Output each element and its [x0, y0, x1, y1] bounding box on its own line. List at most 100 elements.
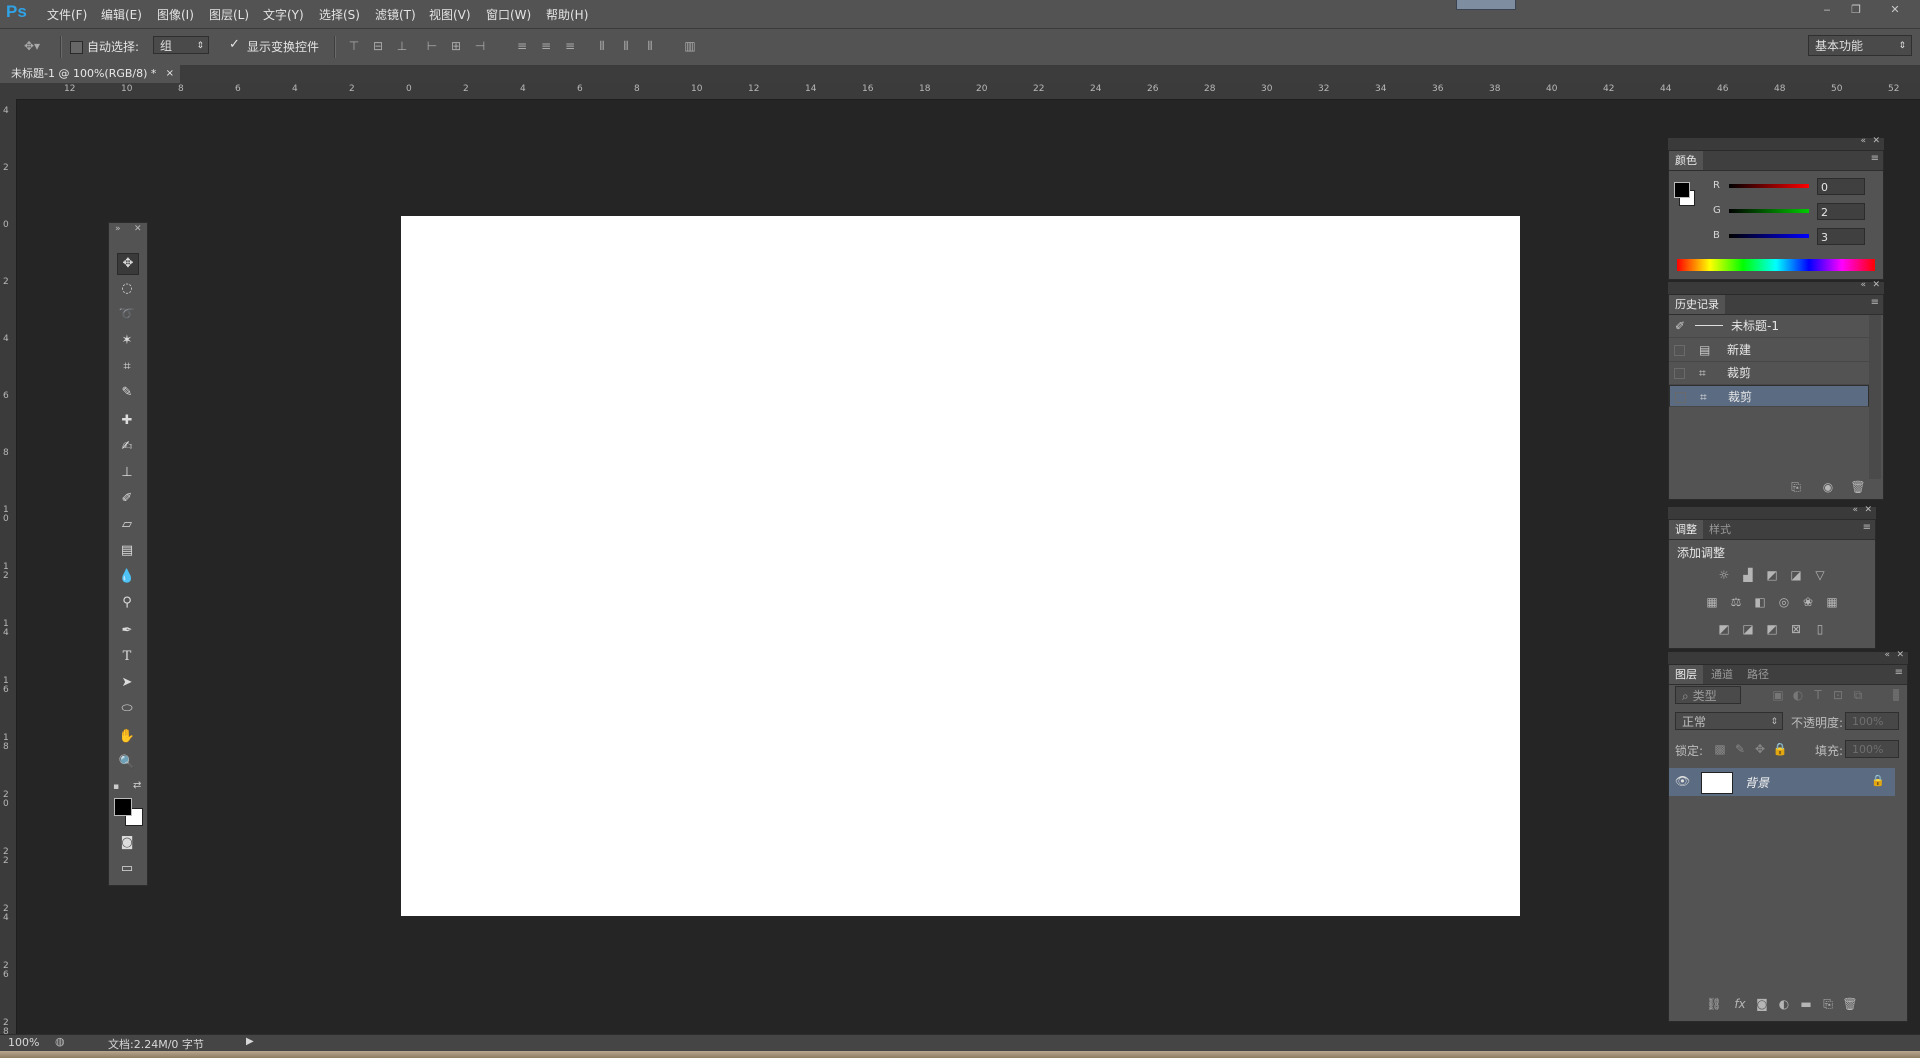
levels-icon[interactable]: ▟: [1739, 566, 1757, 584]
opacity-input[interactable]: 100%: [1845, 712, 1899, 730]
history-state-checkbox[interactable]: [1674, 345, 1685, 356]
filter-toggle[interactable]: [1893, 689, 1899, 701]
history-state-checkbox[interactable]: [1674, 368, 1685, 379]
invert-icon[interactable]: ◩: [1715, 620, 1733, 638]
menu-layer[interactable]: 图层(L): [209, 6, 249, 23]
marquee-tool-icon[interactable]: ◌: [117, 279, 137, 299]
color-balance-icon[interactable]: ⚖: [1727, 593, 1745, 611]
close-tab-icon[interactable]: ×: [166, 65, 174, 83]
history-item[interactable]: ▤ 新建: [1669, 339, 1869, 362]
blur-tool-icon[interactable]: 💧: [117, 567, 137, 587]
distribute-bottom-icon[interactable]: ≡: [562, 38, 578, 54]
gradient-tool-icon[interactable]: ▤: [117, 541, 137, 561]
panel-menu-icon[interactable]: ≡: [1863, 522, 1871, 533]
menu-file[interactable]: 文件(F): [47, 6, 87, 23]
channel-mixer-icon[interactable]: ❀: [1799, 593, 1817, 611]
r-input[interactable]: 0: [1817, 178, 1865, 195]
magic-wand-tool-icon[interactable]: ✶: [117, 331, 137, 351]
panel-menu-icon[interactable]: ≡: [1895, 667, 1903, 678]
foreground-swatch[interactable]: [1674, 182, 1690, 198]
align-top-icon[interactable]: ⊤: [346, 38, 362, 54]
hand-tool-icon[interactable]: ✋: [117, 727, 137, 747]
collapse-icon[interactable]: «: [1860, 136, 1866, 146]
vibrance-icon[interactable]: ▽: [1811, 566, 1829, 584]
filter-kind-dropdown[interactable]: ⌕ 类型: [1675, 686, 1741, 704]
photo-filter-icon[interactable]: ◎: [1775, 593, 1793, 611]
hue-saturation-icon[interactable]: ▦: [1703, 593, 1721, 611]
swap-colors-icon[interactable]: ⇄: [133, 780, 141, 791]
ellipse-tool-icon[interactable]: ⬭: [117, 699, 137, 719]
close-icon[interactable]: ✕: [1872, 136, 1880, 146]
filter-smart-object-icon[interactable]: ⧉: [1849, 686, 1867, 704]
auto-select-dropdown[interactable]: 组 ⇕: [153, 36, 209, 54]
tab-layers[interactable]: 图层: [1669, 665, 1703, 684]
collapse-icon[interactable]: «: [1852, 505, 1858, 515]
tab-color[interactable]: 颜色: [1669, 151, 1703, 170]
collapse-icon[interactable]: «: [1860, 280, 1866, 290]
close-icon[interactable]: ✕: [1896, 650, 1904, 660]
minimize-icon[interactable]: ‒: [1816, 2, 1838, 18]
status-menu-arrow-icon[interactable]: ▶: [246, 1036, 254, 1047]
delete-layer-icon[interactable]: 🗑: [1841, 995, 1859, 1013]
zoom-level[interactable]: 100%: [8, 1036, 39, 1049]
close-icon[interactable]: ✕: [134, 224, 142, 234]
pen-tool-icon[interactable]: ✒: [117, 621, 137, 641]
quick-mask-icon[interactable]: ◙: [117, 833, 137, 853]
link-layers-icon[interactable]: ⛓: [1705, 995, 1723, 1013]
lock-all-icon[interactable]: 🔒: [1771, 740, 1789, 758]
color-spectrum-ramp[interactable]: [1677, 259, 1875, 271]
document-canvas[interactable]: [401, 216, 1520, 916]
align-left-icon[interactable]: ⊢: [424, 38, 440, 54]
collapse-icon[interactable]: «: [1884, 650, 1890, 660]
layer-style-icon[interactable]: fx: [1731, 995, 1749, 1013]
eraser-tool-icon[interactable]: ▱: [117, 515, 137, 535]
add-mask-icon[interactable]: ◙: [1753, 995, 1771, 1013]
camera-icon[interactable]: ◉: [1819, 478, 1837, 496]
history-item[interactable]: ⌗ 裁剪: [1669, 362, 1869, 385]
curves-icon[interactable]: ◩: [1763, 566, 1781, 584]
posterize-icon[interactable]: ◪: [1739, 620, 1757, 638]
lock-image-icon[interactable]: ✎: [1731, 740, 1749, 758]
g-slider[interactable]: [1729, 209, 1809, 213]
show-transform-checkbox[interactable]: ✓: [229, 37, 240, 52]
new-document-from-state-icon[interactable]: ⎘: [1787, 478, 1805, 496]
auto-select-checkbox[interactable]: [70, 41, 83, 54]
exposure-icon[interactable]: ◪: [1787, 566, 1805, 584]
history-brush-tool-icon[interactable]: ✐: [117, 489, 137, 509]
document-tab[interactable]: 未标题-1 @ 100%(RGB/8) * ×: [0, 65, 180, 83]
b-slider[interactable]: [1729, 234, 1809, 238]
tab-channels[interactable]: 通道: [1705, 665, 1739, 684]
auto-align-icon[interactable]: ▥: [682, 38, 698, 54]
zoom-tool-icon[interactable]: 🔍: [117, 753, 137, 773]
tab-adjustments[interactable]: 调整: [1669, 520, 1703, 539]
align-right-icon[interactable]: ⊣: [472, 38, 488, 54]
tab-paths[interactable]: 路径: [1741, 665, 1775, 684]
gradient-map-icon[interactable]: ▯: [1811, 620, 1829, 638]
b-input[interactable]: 3: [1817, 228, 1865, 245]
align-vcenter-icon[interactable]: ⊟: [370, 38, 386, 54]
lock-position-icon[interactable]: ✥: [1751, 740, 1769, 758]
filter-shape-icon[interactable]: ⊡: [1829, 686, 1847, 704]
blend-mode-dropdown[interactable]: 正常 ⇕: [1675, 712, 1783, 730]
new-adjustment-layer-icon[interactable]: ◐: [1775, 995, 1793, 1013]
collapse-icon[interactable]: »: [115, 224, 121, 234]
move-tool-preset-icon[interactable]: ✥▾: [20, 38, 44, 54]
fill-input[interactable]: 100%: [1845, 740, 1899, 758]
distribute-vcenter-icon[interactable]: ≡: [538, 38, 554, 54]
history-item-selected[interactable]: ⌗ 裁剪: [1669, 385, 1869, 407]
trash-icon[interactable]: 🗑: [1849, 478, 1867, 496]
selective-color-icon[interactable]: ⊠: [1787, 620, 1805, 638]
r-slider[interactable]: [1729, 184, 1809, 188]
distribute-hcenter-icon[interactable]: ⦀: [618, 38, 634, 54]
filter-type-icon[interactable]: T: [1809, 686, 1827, 704]
default-colors-icon[interactable]: ▪: [113, 782, 119, 792]
filter-adjustment-icon[interactable]: ◐: [1789, 686, 1807, 704]
screen-mode-icon[interactable]: ▭: [117, 859, 137, 879]
panel-menu-icon[interactable]: ≡: [1871, 297, 1879, 308]
distribute-top-icon[interactable]: ≡: [514, 38, 530, 54]
menu-filter[interactable]: 滤镜(T): [375, 6, 416, 23]
eyedropper-tool-icon[interactable]: ✎: [117, 383, 137, 403]
color-lookup-icon[interactable]: ▦: [1823, 593, 1841, 611]
new-layer-icon[interactable]: ⎘: [1819, 995, 1837, 1013]
panel-menu-icon[interactable]: ≡: [1871, 153, 1879, 164]
